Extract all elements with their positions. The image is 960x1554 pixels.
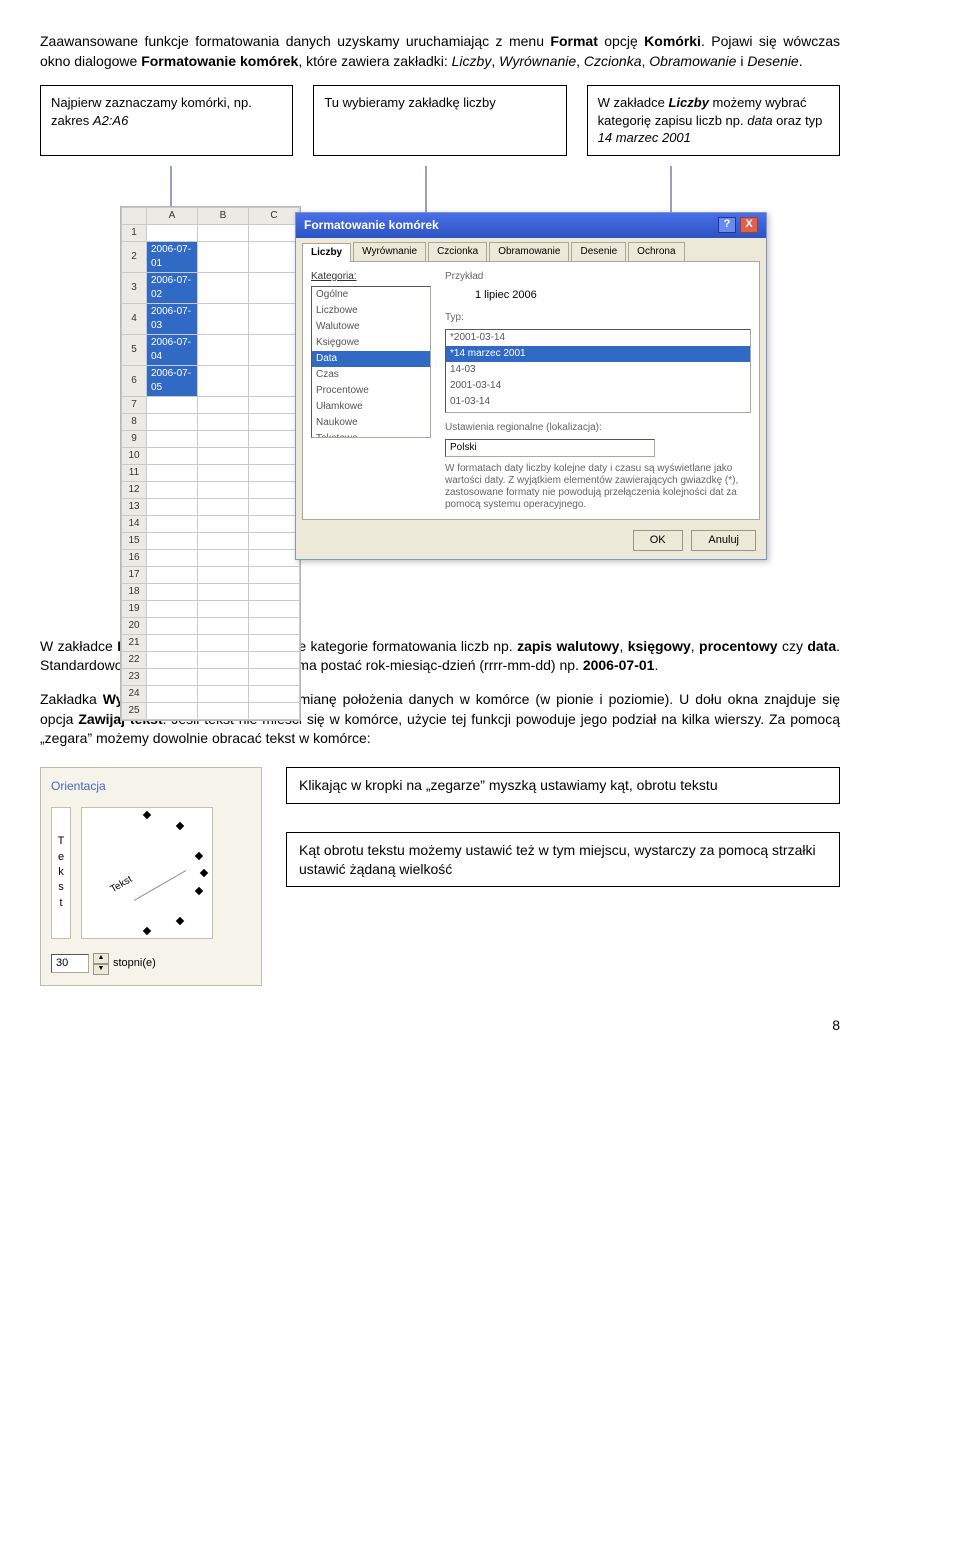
corner-cell	[122, 207, 147, 224]
orientation-dial[interactable]: Tekst	[81, 807, 213, 939]
cell-a6: 2006-07-05	[147, 365, 198, 396]
col-header: B	[198, 207, 249, 224]
spreadsheet-grid: A B C 1 22006-07-01 32006-07-02 42006-07…	[120, 206, 301, 721]
tab-liczby[interactable]: Liczby	[302, 243, 351, 262]
degrees-input[interactable]: 30	[51, 954, 89, 973]
format-cells-dialog: Formatowanie komórek ? X Liczby Wyrównan…	[295, 212, 767, 561]
type-listbox[interactable]: *2001-03-14 *14 marzec 2001 14-03 2001-0…	[445, 329, 751, 413]
dial-dot[interactable]	[176, 821, 184, 829]
dialog-tabs: Liczby Wyrównanie Czcionka Obramowanie D…	[296, 238, 766, 261]
type-item-selected[interactable]: *14 marzec 2001	[446, 346, 750, 362]
callout-numbers-tab: W zakładce Liczby możemy wybrać kategori…	[587, 85, 840, 156]
cell-a4: 2006-07-03	[147, 303, 198, 334]
preview-label: Przykład	[445, 271, 483, 282]
category-item[interactable]: Tekstowe	[312, 431, 430, 438]
type-item[interactable]: 14-03	[446, 362, 750, 378]
tab-wyrownanie[interactable]: Wyrównanie	[353, 242, 426, 261]
figure-orientation: Orientacja T e k s t Tekst 30	[40, 767, 840, 986]
dialog-titlebar: Formatowanie komórek ? X	[296, 213, 766, 238]
category-item[interactable]: Procentowe	[312, 383, 430, 399]
dial-dot[interactable]	[195, 886, 203, 894]
category-item[interactable]: Naukowe	[312, 415, 430, 431]
type-item[interactable]: 2001-03-14	[446, 378, 750, 394]
degrees-label: stopni(e)	[113, 956, 156, 971]
dial-dot[interactable]	[143, 810, 151, 818]
callout-row: Najpierw zaznaczamy komórki, np. zakres …	[40, 85, 840, 156]
type-label: Typ:	[445, 312, 464, 323]
category-item[interactable]: Liczbowe	[312, 303, 430, 319]
dial-dot[interactable]	[200, 868, 208, 876]
col-header: A	[147, 207, 198, 224]
dialog-help-button[interactable]: ?	[718, 217, 736, 233]
cancel-button[interactable]: Anuluj	[691, 530, 756, 551]
callout-spinner: Kąt obrotu tekstu możemy ustawić też w t…	[286, 832, 840, 888]
locale-label: Ustawienia regionalne (lokalizacja):	[445, 422, 602, 433]
dial-dot[interactable]	[143, 926, 151, 934]
tab-obramowanie[interactable]: Obramowanie	[489, 242, 569, 261]
tab-czcionka[interactable]: Czcionka	[428, 242, 487, 261]
dialog-title: Formatowanie komórek	[304, 217, 439, 234]
tab-desenie[interactable]: Desenie	[571, 242, 626, 261]
page-number: 8	[40, 1016, 840, 1036]
dialog-help-text: W formatach daty liczby kolejne daty i c…	[445, 463, 751, 511]
callout-dial-click: Klikając w kropki na „zegarze” myszką us…	[286, 767, 840, 804]
type-item[interactable]: 01-03-14	[446, 394, 750, 410]
dial-dot[interactable]	[176, 916, 184, 924]
dial-dot[interactable]	[195, 851, 203, 859]
dial-label: Tekst	[108, 873, 135, 897]
col-header: C	[249, 207, 300, 224]
vertical-text-button[interactable]: T e k s t	[51, 807, 71, 939]
spin-down-button[interactable]: ▼	[93, 964, 109, 975]
type-item[interactable]: *2001-03-14	[446, 330, 750, 346]
category-listbox[interactable]: Ogólne Liczbowe Walutowe Księgowe Data C…	[311, 286, 431, 438]
callout-choose-tab: Tu wybieramy zakładkę liczby	[313, 85, 566, 156]
callout-select-range: Najpierw zaznaczamy komórki, np. zakres …	[40, 85, 293, 156]
figure-format-cells: A B C 1 22006-07-01 32006-07-02 42006-07…	[80, 166, 800, 611]
category-item[interactable]: Walutowe	[312, 319, 430, 335]
category-item[interactable]: Ułamkowe	[312, 399, 430, 415]
category-item[interactable]: Księgowe	[312, 335, 430, 351]
category-item[interactable]: Czas	[312, 367, 430, 383]
orientation-panel: Orientacja T e k s t Tekst 30	[40, 767, 262, 986]
type-item[interactable]: 14 mar	[446, 410, 750, 413]
locale-select[interactable]: Polski	[445, 439, 655, 457]
category-item-selected[interactable]: Data	[312, 351, 430, 367]
dialog-close-button[interactable]: X	[740, 217, 758, 233]
tab-ochrona[interactable]: Ochrona	[628, 242, 684, 261]
dial-pointer	[134, 870, 186, 901]
category-label: Kategoria:	[311, 270, 431, 284]
cell-a5: 2006-07-04	[147, 334, 198, 365]
cell-a3: 2006-07-02	[147, 272, 198, 303]
spin-up-button[interactable]: ▲	[93, 953, 109, 964]
preview-value: 1 lipiec 2006	[445, 288, 751, 303]
orientation-title: Orientacja	[51, 778, 251, 795]
intro-paragraph: Zaawansowane funkcje formatowania danych…	[40, 32, 840, 71]
category-item[interactable]: Ogólne	[312, 287, 430, 303]
ok-button[interactable]: OK	[633, 530, 683, 551]
cell-a2: 2006-07-01	[147, 241, 198, 272]
